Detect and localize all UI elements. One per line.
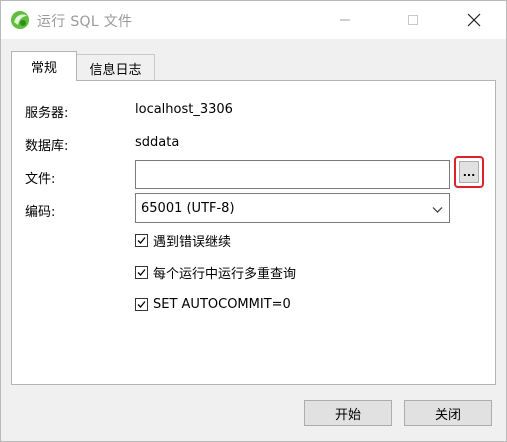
continue-on-error-label: 遇到错误继续 [153,234,232,250]
minimize-button[interactable] [322,1,368,39]
browse-file-button[interactable]: ... [459,161,479,183]
encoding-select[interactable]: 65001 (UTF-8) [135,193,450,223]
encoding-selected-value: 65001 (UTF-8) [141,200,235,216]
file-label: 文件: [25,172,56,187]
maximize-button[interactable] [390,1,436,39]
option-continue-on-error[interactable]: 遇到错误继续 [135,231,232,250]
chevron-down-icon [432,203,443,218]
multiple-queries-checkbox[interactable] [135,265,148,279]
close-window-button[interactable] [451,1,497,39]
encoding-label: 编码: [25,205,56,220]
server-label: 服务器: [25,106,69,121]
navicat-app-icon [10,10,30,30]
window-title: 运行 SQL 文件 [37,14,133,30]
multiple-queries-label: 每个运行中运行多重查询 [153,266,297,282]
continue-on-error-checkbox[interactable] [135,233,148,247]
checkmark-icon [137,236,146,244]
server-value: localhost_3306 [135,102,233,117]
title-bar[interactable]: 运行 SQL 文件 [1,1,506,39]
maximize-icon [408,15,418,25]
tab-general[interactable]: 常规 [11,51,77,81]
tab-info-log[interactable]: 信息日志 [77,54,155,81]
general-panel [11,80,496,385]
option-autocommit[interactable]: SET AUTOCOMMIT=0 [135,295,291,313]
autocommit-label: SET AUTOCOMMIT=0 [153,296,291,312]
close-icon [467,13,481,27]
checkmark-icon [137,300,146,308]
database-label: 数据库: [25,139,69,154]
start-button[interactable]: 开始 [304,400,392,426]
minimize-icon [340,19,350,21]
run-sql-file-dialog: 运行 SQL 文件 常规 信息日志 服务器: localhost_3306 数据… [0,0,507,442]
file-path-input[interactable] [135,160,450,189]
checkmark-icon [137,268,146,276]
option-multiple-queries[interactable]: 每个运行中运行多重查询 [135,263,297,282]
close-button[interactable]: 关闭 [404,400,492,426]
autocommit-checkbox[interactable] [135,297,148,311]
database-value: sddata [135,135,180,150]
